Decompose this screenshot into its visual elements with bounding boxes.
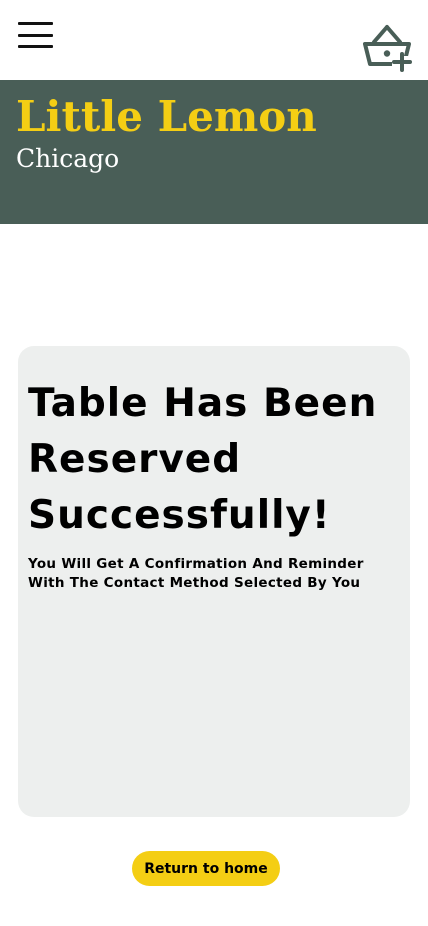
confirmation-heading: Table Has Been Reserved Successfully! (28, 381, 378, 538)
basket-add-icon-graphic (363, 25, 412, 72)
menu-line (18, 45, 53, 48)
reservation-confirmation-card: Table Has Been Reserved Successfully! Yo… (18, 346, 410, 817)
return-home-button[interactable]: Return to home (132, 851, 280, 886)
menu-line (18, 34, 53, 37)
restaurant-location: Chicago (16, 144, 120, 173)
basket-add-icon[interactable] (362, 24, 412, 72)
confirmation-message: You Will Get A Confirmation And Reminder… (28, 556, 364, 591)
top-navigation-bar (0, 0, 428, 80)
hamburger-menu-icon[interactable] (18, 22, 54, 50)
restaurant-name: Little Lemon (16, 92, 317, 141)
menu-line (18, 22, 53, 25)
hero-banner: Little Lemon Chicago (0, 80, 428, 224)
